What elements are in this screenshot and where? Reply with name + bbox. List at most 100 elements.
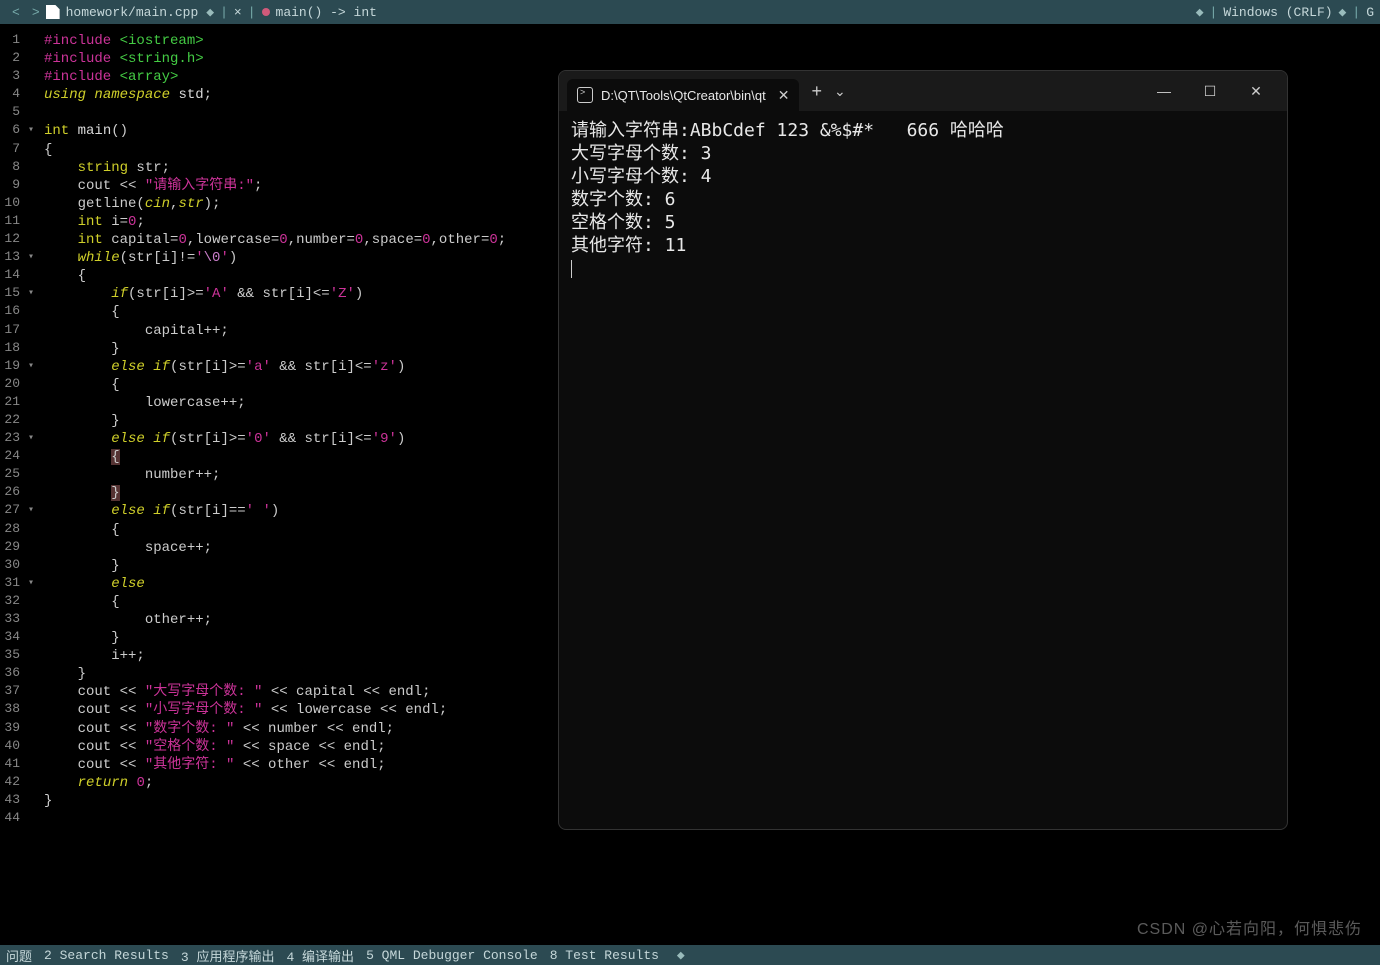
fold-empty bbox=[24, 231, 38, 249]
function-signature[interactable]: main() -> int bbox=[276, 5, 377, 20]
back-arrow-icon[interactable]: < bbox=[12, 5, 20, 20]
fold-empty bbox=[24, 521, 38, 539]
line-number: 2 bbox=[0, 50, 24, 68]
line-number-gutter: 1234567891011121314151617181920212223242… bbox=[0, 24, 24, 944]
fold-empty bbox=[24, 32, 38, 50]
bottom-tab[interactable]: 问题 bbox=[6, 946, 32, 965]
maximize-button[interactable]: ☐ bbox=[1187, 75, 1233, 107]
line-number: 39 bbox=[0, 720, 24, 738]
line-number: 37 bbox=[0, 683, 24, 701]
line-number: 26 bbox=[0, 484, 24, 502]
line-ending[interactable]: Windows (CRLF)◆ bbox=[1223, 5, 1346, 20]
fold-empty bbox=[24, 177, 38, 195]
close-button[interactable]: ✕ bbox=[1233, 75, 1279, 107]
right-dropdown-icon[interactable]: ◆ bbox=[1196, 5, 1204, 20]
line-number: 42 bbox=[0, 774, 24, 792]
fold-marker-icon[interactable]: ▾ bbox=[24, 358, 38, 376]
bottom-tab[interactable]: 3 应用程序输出 bbox=[181, 946, 275, 965]
fold-marker-icon[interactable]: ▾ bbox=[24, 575, 38, 593]
fold-empty bbox=[24, 792, 38, 810]
line-number: 9 bbox=[0, 177, 24, 195]
bottom-tabs-bar: 问题 2 Search Results 3 应用程序输出 4 编译输出 5 QML De… bbox=[0, 945, 1380, 965]
fold-empty bbox=[24, 141, 38, 159]
fold-marker-icon[interactable]: ▾ bbox=[24, 502, 38, 520]
fold-empty bbox=[24, 50, 38, 68]
fold-empty bbox=[24, 322, 38, 340]
code-line[interactable]: #include <iostream> bbox=[44, 32, 1380, 50]
fold-empty bbox=[24, 195, 38, 213]
terminal-icon bbox=[577, 87, 593, 103]
fold-empty bbox=[24, 376, 38, 394]
file-icon bbox=[46, 5, 60, 19]
terminal-tab[interactable]: D:\QT\Tools\QtCreator\bin\qt ✕ bbox=[567, 79, 799, 111]
fold-empty bbox=[24, 665, 38, 683]
terminal-window[interactable]: D:\QT\Tools\QtCreator\bin\qt ✕ + ⌄ — ☐ ✕… bbox=[558, 70, 1288, 830]
line-number: 19 bbox=[0, 358, 24, 376]
line-number: 21 bbox=[0, 394, 24, 412]
line-number: 6 bbox=[0, 122, 24, 140]
bottom-updown-icon[interactable]: ◆ bbox=[677, 948, 685, 963]
fold-marker-icon[interactable]: ▾ bbox=[24, 122, 38, 140]
fold-empty bbox=[24, 303, 38, 321]
fold-empty bbox=[24, 629, 38, 647]
bottom-tab[interactable]: 8 Test Results bbox=[550, 948, 659, 963]
line-number: 40 bbox=[0, 738, 24, 756]
fold-empty bbox=[24, 267, 38, 285]
terminal-tab-title: D:\QT\Tools\QtCreator\bin\qt bbox=[601, 88, 766, 103]
line-number: 20 bbox=[0, 376, 24, 394]
code-line[interactable]: #include <string.h> bbox=[44, 50, 1380, 68]
line-number: 41 bbox=[0, 756, 24, 774]
line-number: 7 bbox=[0, 141, 24, 159]
line-number: 32 bbox=[0, 593, 24, 611]
fold-empty bbox=[24, 104, 38, 122]
bottom-tab[interactable]: 2 Search Results bbox=[44, 948, 169, 963]
terminal-titlebar[interactable]: D:\QT\Tools\QtCreator\bin\qt ✕ + ⌄ — ☐ ✕ bbox=[559, 71, 1287, 111]
line-number: 18 bbox=[0, 340, 24, 358]
line-number: 22 bbox=[0, 412, 24, 430]
forward-arrow-icon[interactable]: > bbox=[32, 5, 40, 20]
fold-empty bbox=[24, 394, 38, 412]
line-number: 23 bbox=[0, 430, 24, 448]
fold-empty bbox=[24, 412, 38, 430]
fold-empty bbox=[24, 774, 38, 792]
line-number: 36 bbox=[0, 665, 24, 683]
fold-marker-icon[interactable]: ▾ bbox=[24, 249, 38, 267]
line-number: 1 bbox=[0, 32, 24, 50]
fold-empty bbox=[24, 701, 38, 719]
breadcrumb-dropdown-icon[interactable]: ◆ bbox=[206, 5, 214, 20]
new-tab-button[interactable]: + bbox=[811, 81, 822, 102]
lang-hint[interactable]: G bbox=[1366, 5, 1374, 20]
line-number: 14 bbox=[0, 267, 24, 285]
breadcrumb-bar: < > homework/main.cpp ◆ | × | main() -> … bbox=[0, 0, 1380, 24]
tab-close-icon[interactable]: ✕ bbox=[778, 87, 790, 104]
file-path[interactable]: homework/main.cpp bbox=[66, 5, 199, 20]
line-number: 34 bbox=[0, 629, 24, 647]
close-x[interactable]: × bbox=[234, 5, 242, 20]
line-number: 38 bbox=[0, 701, 24, 719]
line-number: 12 bbox=[0, 231, 24, 249]
fold-marker-icon[interactable]: ▾ bbox=[24, 285, 38, 303]
fold-empty bbox=[24, 647, 38, 665]
fold-marker-icon[interactable]: ▾ bbox=[24, 430, 38, 448]
line-number: 31 bbox=[0, 575, 24, 593]
fold-empty bbox=[24, 720, 38, 738]
bottom-tab[interactable]: 4 编译输出 bbox=[286, 946, 354, 965]
fold-gutter[interactable]: ▾ ▾ ▾ ▾ ▾ ▾ ▾ bbox=[24, 24, 38, 944]
bottom-tab[interactable]: 5 QML Debugger Console bbox=[366, 948, 538, 963]
tab-dropdown-icon[interactable]: ⌄ bbox=[834, 83, 846, 100]
watermark: CSDN @心若向阳，何惧悲伤 bbox=[1137, 915, 1362, 939]
minimize-button[interactable]: — bbox=[1141, 75, 1187, 107]
fold-empty bbox=[24, 738, 38, 756]
fold-empty bbox=[24, 340, 38, 358]
line-number: 17 bbox=[0, 322, 24, 340]
line-number: 13 bbox=[0, 249, 24, 267]
terminal-output[interactable]: 请输入字符串:ABbCdef 123 &%$#* 666 哈哈哈 大写字母个数:… bbox=[559, 111, 1287, 829]
fold-empty bbox=[24, 611, 38, 629]
line-number: 16 bbox=[0, 303, 24, 321]
line-number: 4 bbox=[0, 86, 24, 104]
fold-empty bbox=[24, 593, 38, 611]
line-number: 25 bbox=[0, 466, 24, 484]
line-number: 8 bbox=[0, 159, 24, 177]
line-number: 24 bbox=[0, 448, 24, 466]
fold-empty bbox=[24, 448, 38, 466]
